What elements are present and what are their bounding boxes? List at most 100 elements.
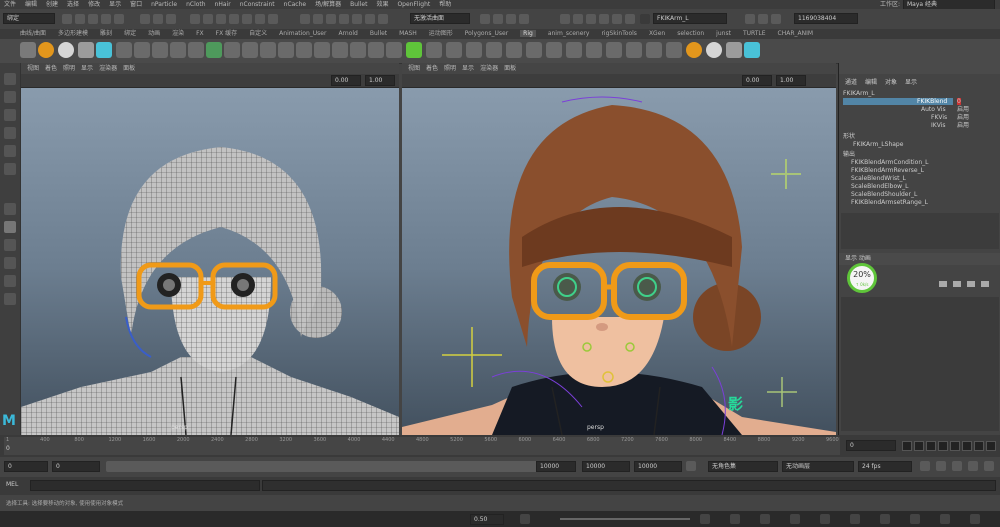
shape-editor-icon[interactable]: [612, 14, 622, 24]
orient-icon[interactable]: [368, 42, 384, 58]
parent-icon[interactable]: [350, 42, 366, 58]
tool-f-icon[interactable]: [526, 42, 542, 58]
tab-animation[interactable]: 动画: [148, 30, 160, 37]
menu-bullet[interactable]: Bullet: [350, 1, 367, 8]
ae-icon[interactable]: [586, 14, 596, 24]
range-end-outer-field[interactable]: 10000: [634, 461, 682, 472]
vp-right-menu-shading[interactable]: 着色: [426, 65, 438, 72]
attr-name-3[interactable]: IKVis: [931, 122, 945, 129]
tool-h-icon[interactable]: [566, 42, 582, 58]
tab-rig[interactable]: Rig: [520, 30, 536, 37]
toolsettings-icon[interactable]: [625, 14, 635, 24]
bottom-icon-a[interactable]: [520, 514, 530, 524]
ipr-render-icon[interactable]: [493, 14, 503, 24]
layer-icon-a[interactable]: [939, 281, 947, 287]
tab-polygons-user[interactable]: Polygons_User: [465, 30, 508, 37]
outliner-icon[interactable]: [599, 14, 609, 24]
cube-ctrl-icon[interactable]: [152, 42, 168, 58]
skull-icon-2[interactable]: [706, 42, 722, 58]
mask-deform-icon[interactable]: [229, 14, 239, 24]
tab-rigging[interactable]: 绑定: [124, 30, 136, 37]
range-end-field[interactable]: 10000: [582, 461, 630, 472]
settings-icon[interactable]: [984, 461, 994, 471]
bottom-icon-b[interactable]: [700, 514, 710, 524]
bottom-icon-g[interactable]: [850, 514, 860, 524]
cb-tab-edit[interactable]: 编辑: [865, 79, 877, 86]
tool-m-icon[interactable]: [666, 42, 682, 58]
frame-field[interactable]: 1169038404: [794, 13, 858, 24]
paint-icon[interactable]: [4, 109, 16, 121]
layout-outliner-icon[interactable]: [4, 257, 16, 269]
next-key-icon[interactable]: [962, 441, 972, 451]
range-end-inner-field[interactable]: 10000: [536, 461, 576, 472]
tool-g-icon[interactable]: [546, 42, 562, 58]
blendshape-icon[interactable]: [260, 42, 276, 58]
vp-left-menu-panels[interactable]: 面板: [123, 65, 135, 72]
layout-single-icon[interactable]: [4, 203, 16, 215]
channelbox-node-name[interactable]: FKIKArm_L: [843, 90, 875, 97]
bottom-value-field[interactable]: 0.50: [470, 514, 504, 525]
vp-right-menu-panels[interactable]: 面板: [504, 65, 516, 72]
layer-icon-b[interactable]: [953, 281, 961, 287]
tab-anim-scenery[interactable]: anim_scenery: [548, 30, 590, 37]
attr-name-0[interactable]: FKIKBlend: [917, 98, 947, 105]
shape-name[interactable]: FKIKArm_LShape: [853, 141, 903, 148]
vp-right-menu-show[interactable]: 显示: [462, 65, 474, 72]
attr-name-2[interactable]: FKVis: [931, 114, 947, 121]
step-back-icon[interactable]: [914, 441, 924, 451]
cb-tab-channels[interactable]: 通道: [845, 79, 857, 86]
tool-c-icon[interactable]: [466, 42, 482, 58]
select-hierarchy-icon[interactable]: [140, 14, 150, 24]
hypershade-icon[interactable]: [519, 14, 529, 24]
vp-left-menu-shading[interactable]: 着色: [45, 65, 57, 72]
mode-dropdown[interactable]: 绑定: [3, 13, 55, 24]
viewport-left[interactable]: 视图 着色 照明 显示 渲染器 面板 0.00 1.00 persp: [21, 63, 399, 435]
tool-k-icon[interactable]: [626, 42, 642, 58]
bottom-icon-e[interactable]: [790, 514, 800, 524]
tool-d-icon[interactable]: [486, 42, 502, 58]
curve-icon[interactable]: [116, 42, 132, 58]
sound-icon[interactable]: [968, 461, 978, 471]
range-start-inner-field[interactable]: 0: [52, 461, 100, 472]
layer-icon-d[interactable]: [981, 281, 989, 287]
menu-modify[interactable]: 修改: [88, 1, 100, 8]
menu-fields[interactable]: 场/解算器: [315, 1, 341, 8]
tab-mash[interactable]: MASH: [399, 30, 417, 37]
scale-icon[interactable]: [4, 163, 16, 175]
lasso-icon[interactable]: [4, 91, 16, 103]
tool-l-icon[interactable]: [646, 42, 662, 58]
tab-turtle[interactable]: TURTLE: [743, 30, 766, 37]
layout-hypershade-icon[interactable]: [4, 293, 16, 305]
mask-surface-icon[interactable]: [216, 14, 226, 24]
vp-right-field-b[interactable]: 1.00: [776, 75, 806, 86]
menu-nparticle[interactable]: nParticle: [151, 1, 177, 8]
joint-icon-2[interactable]: [726, 42, 742, 58]
menu-file[interactable]: 文件: [4, 1, 16, 8]
vp-left-menu-view[interactable]: 视图: [27, 65, 39, 72]
ik-handle-icon-2[interactable]: [744, 42, 760, 58]
snap-grid-icon[interactable]: [300, 14, 310, 24]
snap-curve-icon[interactable]: [313, 14, 323, 24]
menu-nconstraint[interactable]: nConstraint: [240, 1, 275, 8]
rotate-icon[interactable]: [4, 145, 16, 157]
bone-ctrl-icon[interactable]: [188, 42, 204, 58]
live-surface-field[interactable]: 无激活曲面: [410, 13, 470, 24]
attr-name-1[interactable]: Auto Vis: [921, 106, 946, 113]
menu-edit[interactable]: 编辑: [25, 1, 37, 8]
toggle-panel-icon[interactable]: [758, 14, 768, 24]
menu-display[interactable]: 显示: [109, 1, 121, 8]
tool-i-icon[interactable]: [586, 42, 602, 58]
mask-joint-icon[interactable]: [190, 14, 200, 24]
tab-sculpt[interactable]: 雕刻: [100, 30, 112, 37]
go-end-icon[interactable]: [986, 441, 996, 451]
char-set-dropdown[interactable]: 无角色集: [708, 461, 778, 472]
layer-icon-c[interactable]: [967, 281, 975, 287]
vp-left-menu-renderer[interactable]: 渲染器: [99, 65, 117, 72]
menu-ncloth[interactable]: nCloth: [186, 1, 206, 8]
menu-ncache[interactable]: nCache: [284, 1, 306, 8]
menu-nhair[interactable]: nHair: [215, 1, 231, 8]
attr-value-1[interactable]: 启用: [957, 106, 969, 113]
move-icon[interactable]: [4, 127, 16, 139]
mask-dynamic-icon[interactable]: [242, 14, 252, 24]
time-slider[interactable]: 1 400 800 1200 1600 2000 2400 2800 3200 3600 4000 4…: [0, 435, 1000, 457]
